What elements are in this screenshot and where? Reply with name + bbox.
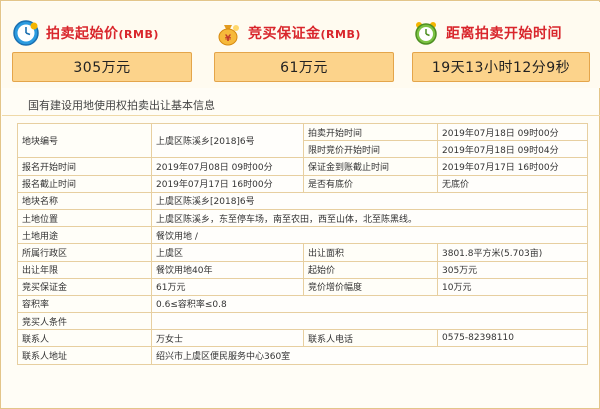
table-label: 竞买人条件 (17, 312, 152, 331)
table-value: 无底价 (437, 174, 588, 193)
table-value: 餐饮用地40年 (151, 260, 304, 279)
table-row: 竞买人条件 (17, 312, 588, 331)
alarm-clock-icon (415, 22, 437, 45)
summary-panel: 拍卖起始价(RMB) 305万元 ¥ 竞买保证金(RMB) 61万元 距离拍卖开… (2, 2, 600, 88)
auction-info-panel: 拍卖起始价(RMB) 305万元 ¥ 竞买保证金(RMB) 61万元 距离拍卖开… (0, 0, 600, 409)
section-header: 国有建设用地使用权拍卖出让基本信息 (2, 96, 600, 116)
table-value: 2019年07月18日 09时00分 (437, 122, 588, 142)
table-label: 竞价增价幅度 (303, 277, 438, 296)
table-label: 地块编号 (17, 122, 152, 159)
table-value (151, 312, 588, 331)
table-row: 出让年限 餐饮用地40年 起始价 305万元 (17, 260, 588, 279)
table-value: 3801.8平方米(5.703亩) (437, 243, 588, 262)
table-value: 万女士 (151, 329, 304, 348)
table-value: 0575-82398110 (437, 329, 588, 348)
table-label: 起始价 (303, 260, 438, 279)
table-value: 305万元 (437, 260, 588, 279)
countdown-value: 19天13小时12分9秒 (412, 52, 590, 82)
table-label: 报名开始时间 (17, 157, 152, 176)
table-value: 10万元 (437, 277, 588, 296)
start-price-block: 拍卖起始价(RMB) 305万元 (12, 2, 192, 88)
table-label: 保证金到账截止时间 (303, 157, 438, 176)
table-value: 2019年07月17日 16时00分 (151, 174, 304, 193)
land-info-table: 地块编号 上虞区陈溪乡[2018]6号 拍卖开始时间 2019年07月18日 0… (17, 122, 588, 365)
table-label: 容积率 (17, 294, 152, 314)
table-value: 餐饮用地 / (151, 226, 588, 245)
table-value: 2019年07月17日 16时00分 (437, 157, 588, 176)
table-value: 2019年07月08日 09时00分 (151, 157, 304, 176)
table-value: 上虞区陈溪乡[2018]6号 (151, 191, 588, 210)
table-label: 报名截止时间 (17, 174, 152, 193)
countdown-title: 距离拍卖开始时间 (446, 26, 562, 42)
table-label: 出让年限 (17, 260, 152, 279)
countdown-heading: 距离拍卖开始时间 (412, 18, 562, 48)
table-label: 所属行政区 (17, 243, 152, 262)
table-label: 拍卖开始时间 (303, 122, 438, 142)
table-row: 地块名称 上虞区陈溪乡[2018]6号 (17, 191, 588, 210)
start-price-value: 305万元 (12, 52, 192, 82)
table-row: 竞买保证金 61万元 竞价增价幅度 10万元 (17, 277, 588, 296)
table-row: 报名开始时间 2019年07月08日 09时00分 保证金到账截止时间 2019… (17, 157, 588, 176)
table-label: 是否有底价 (303, 174, 438, 193)
table-value: 61万元 (151, 277, 304, 296)
table-value: 上虞区 (151, 243, 304, 262)
table-row: 容积率 0.6≤容积率≤0.8 (17, 294, 588, 314)
table-label: 出让面积 (303, 243, 438, 262)
table-value: 绍兴市上虞区便民服务中心360室 (151, 346, 588, 365)
deposit-title: 竞买保证金(RMB) (248, 26, 361, 42)
table-label: 竞买保证金 (17, 277, 152, 296)
table-row: 所属行政区 上虞区 出让面积 3801.8平方米(5.703亩) (17, 243, 588, 262)
table-label: 土地位置 (17, 208, 152, 228)
table-value: 0.6≤容积率≤0.8 (151, 294, 588, 314)
start-price-title: 拍卖起始价(RMB) (46, 26, 159, 42)
money-bag-icon: ¥ (218, 25, 239, 46)
table-value: 上虞区陈溪乡[2018]6号 (151, 122, 304, 159)
table-row: 土地位置 上虞区陈溪乡，东至停车场，南至农田，西至山体，北至陈黑线。 (17, 208, 588, 228)
table-row: 联系人 万女士 联系人电话 0575-82398110 (17, 329, 588, 348)
table-value: 2019年07月18日 09时04分 (437, 140, 588, 159)
table-label: 联系人电话 (303, 329, 438, 348)
section-title: 国有建设用地使用权拍卖出让基本信息 (28, 99, 215, 112)
table-label: 地块名称 (17, 191, 152, 210)
table-row: 联系人地址 绍兴市上虞区便民服务中心360室 (17, 346, 588, 365)
svg-text:¥: ¥ (225, 34, 232, 44)
clock-icon (13, 20, 39, 46)
table-label: 土地用途 (17, 226, 152, 245)
table-label: 限时竞价开始时间 (303, 140, 438, 159)
table-value: 上虞区陈溪乡，东至停车场，南至农田，西至山体，北至陈黑线。 (151, 208, 588, 228)
table-row: 报名截止时间 2019年07月17日 16时00分 是否有底价 无底价 (17, 174, 588, 193)
start-price-heading: 拍卖起始价(RMB) (12, 18, 159, 48)
table-row: 土地用途 餐饮用地 / (17, 226, 588, 245)
deposit-heading: ¥ 竞买保证金(RMB) (214, 18, 361, 48)
table-row: 地块编号 上虞区陈溪乡[2018]6号 拍卖开始时间 2019年07月18日 0… (17, 122, 588, 159)
deposit-block: ¥ 竞买保证金(RMB) 61万元 (214, 2, 394, 88)
deposit-value: 61万元 (214, 52, 394, 82)
table-label: 联系人 (17, 329, 152, 348)
table-label: 联系人地址 (17, 346, 152, 365)
countdown-block: 距离拍卖开始时间 19天13小时12分9秒 (412, 2, 592, 88)
